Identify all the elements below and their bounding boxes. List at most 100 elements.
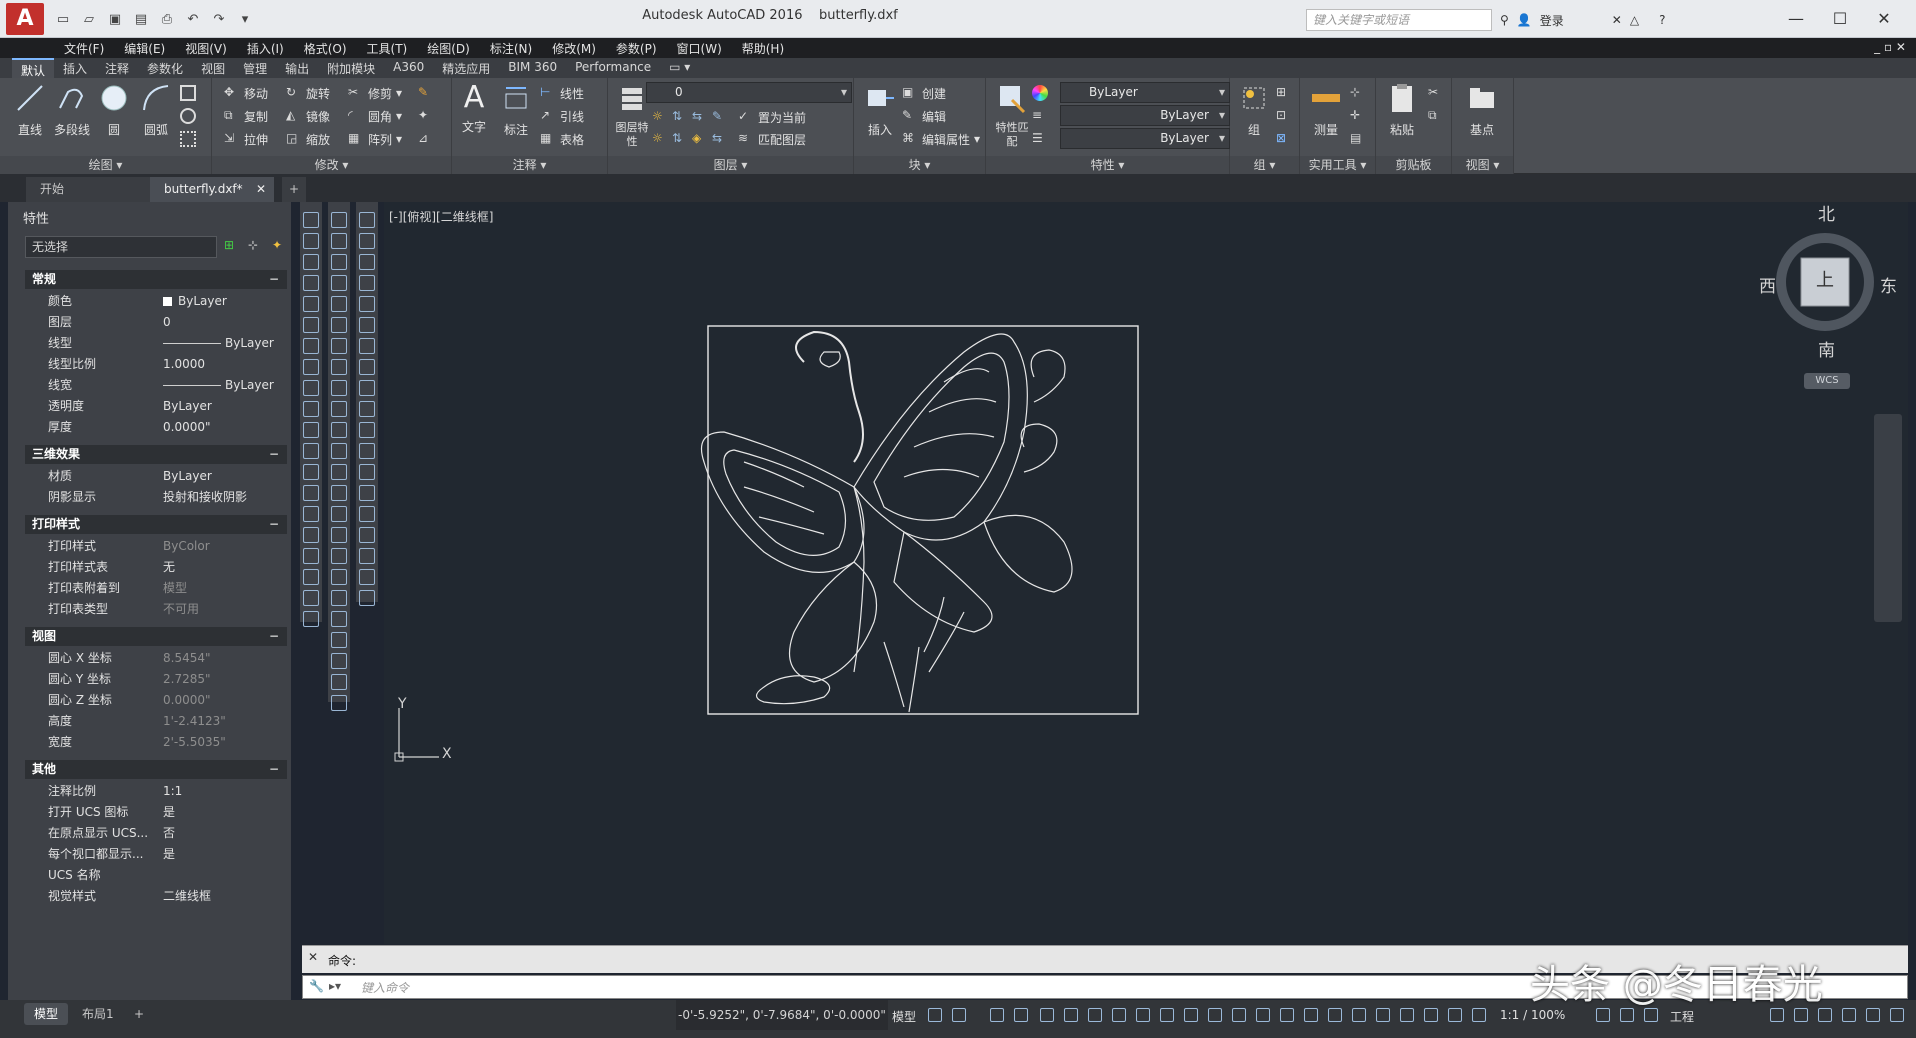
toolbar-tool-icon[interactable] [331, 254, 347, 270]
toolbar-tool-icon[interactable] [303, 548, 319, 564]
status-toggle-icon[interactable] [952, 1008, 966, 1022]
polyline-button[interactable]: 多段线 [52, 82, 92, 144]
base-view-button[interactable]: 基点 [1462, 82, 1502, 144]
toolbar-tool-icon[interactable] [359, 380, 375, 396]
menu-edit[interactable]: 编辑(E) [114, 38, 175, 58]
property-row[interactable]: 打开 UCS 图标 是 [25, 802, 287, 823]
property-row[interactable]: 注释比例 1:1 [25, 781, 287, 802]
panel-properties-title[interactable]: 特性 ▾ [986, 156, 1229, 174]
status-toggle-icon[interactable] [1208, 1008, 1222, 1022]
mirror-button[interactable]: ◭ 镜像 [286, 105, 330, 127]
status-toggle-icon[interactable] [1328, 1008, 1342, 1022]
status-toggle-icon[interactable] [1620, 1008, 1634, 1022]
toolbar-tool-icon[interactable] [303, 422, 319, 438]
paste-button[interactable]: 粘贴 [1382, 82, 1422, 144]
quick-select-icon[interactable]: ⊹ [1350, 82, 1366, 104]
compass-south[interactable]: 南 [1818, 336, 1835, 361]
layout-tab-layout1[interactable]: 布局1 [72, 1003, 124, 1025]
collapse-icon[interactable]: − [269, 515, 279, 534]
scale-button[interactable]: ◲ 缩放 [286, 128, 330, 150]
status-toggle-icon[interactable] [1400, 1008, 1414, 1022]
section-general-header[interactable]: 常规 − [25, 270, 287, 289]
workspace-switch[interactable]: 工程 [1670, 1008, 1694, 1025]
trim-button[interactable]: ✂ 修剪 ▾ [348, 82, 402, 104]
close-button[interactable]: ✕ [1864, 6, 1904, 32]
open-file-icon[interactable]: ▱ [78, 8, 100, 30]
property-row[interactable]: 图层 0 [25, 312, 287, 333]
panel-annotation-title[interactable]: 注释 ▾ [452, 156, 607, 174]
undo-icon[interactable]: ↶ [182, 8, 204, 30]
cut-icon[interactable]: ✂ [1428, 82, 1444, 104]
toolbar-tool-icon[interactable] [359, 422, 375, 438]
property-row[interactable]: UCS 名称 [25, 865, 287, 886]
property-row[interactable]: 打印样式表 无 [25, 557, 287, 578]
status-toggle-icon[interactable] [1184, 1008, 1198, 1022]
panel-groups-title[interactable]: 组 ▾ [1230, 156, 1299, 174]
annotation-scale[interactable]: 1:1 / 100% [1500, 1008, 1565, 1022]
help-icon[interactable]: ? [1659, 13, 1665, 27]
panel-draw-title[interactable]: 绘图 ▾ [0, 156, 211, 174]
color-dropdown[interactable]: ByLayer [1060, 82, 1230, 103]
linear-dim-button[interactable]: ⊢ 线性 [540, 82, 584, 104]
coordinates-readout[interactable]: -0'-5.9252", 0'-7.9684", 0'-0.0000" [676, 1000, 888, 1030]
tab-default[interactable]: 默认 [12, 58, 55, 78]
tab-featured-apps[interactable]: 精选应用 [433, 58, 499, 78]
toolbar-tool-icon[interactable] [303, 254, 319, 270]
status-toggle-icon[interactable] [928, 1008, 942, 1022]
collapse-icon[interactable]: − [269, 445, 279, 464]
point-icon[interactable]: ✛ [1350, 105, 1366, 127]
exchange-icon[interactable]: ✕ [1612, 13, 1622, 27]
rotate-button[interactable]: ↻ 旋转 [286, 82, 330, 104]
toolbar-tool-icon[interactable] [303, 338, 319, 354]
toolbar-tool-icon[interactable] [359, 359, 375, 375]
dimension-button[interactable]: 标注 [496, 82, 536, 144]
recent-cmd-icon[interactable]: ▸▾ [329, 979, 341, 993]
menu-help[interactable]: 帮助(H) [732, 38, 794, 58]
tab-performance[interactable]: Performance [566, 58, 660, 78]
toolbar-tool-icon[interactable] [331, 317, 347, 333]
status-toggle-icon[interactable] [1890, 1008, 1904, 1022]
ungroup-icon[interactable]: ⊞ [1276, 82, 1292, 104]
offset-icon[interactable]: ⊿ [418, 128, 434, 150]
status-toggle-icon[interactable] [1280, 1008, 1294, 1022]
toolbar-tool-icon[interactable] [331, 548, 347, 564]
edit-attributes-button[interactable]: ⌘ 编辑属性 ▾ [902, 128, 980, 150]
status-toggle-icon[interactable] [1472, 1008, 1486, 1022]
property-row[interactable]: 材质 ByLayer [25, 466, 287, 487]
toolbar-tool-icon[interactable] [331, 569, 347, 585]
status-toggle-icon[interactable] [1088, 1008, 1102, 1022]
panel-clipboard-title[interactable]: 剪贴板 [1376, 156, 1451, 174]
property-row[interactable]: 阴影显示 投射和接收阴影 [25, 487, 287, 508]
compass-west[interactable]: 西 [1759, 272, 1776, 297]
create-block-button[interactable]: ▣ 创建 [902, 82, 946, 104]
toolbar-tool-icon[interactable] [331, 275, 347, 291]
property-row[interactable]: 打印样式 ByColor [25, 536, 287, 557]
toolbar-tool-icon[interactable] [331, 527, 347, 543]
doc-window-controls[interactable]: _ ▫ ✕ [1864, 38, 1916, 58]
group-edit-icon[interactable]: ⊡ [1276, 105, 1292, 127]
move-button[interactable]: ✥ 移动 [224, 82, 268, 104]
wcs-menu[interactable]: WCS [1804, 373, 1850, 389]
status-toggle-icon[interactable] [1112, 1008, 1126, 1022]
property-row[interactable]: 线型 ByLayer [25, 333, 287, 354]
explode-icon[interactable]: ✦ [418, 105, 434, 127]
measure-button[interactable]: 测量 [1306, 82, 1346, 144]
status-toggle-icon[interactable] [1770, 1008, 1784, 1022]
copy-button[interactable]: ⧉ 复制 [224, 105, 268, 127]
property-row[interactable]: 线宽 ByLayer [25, 375, 287, 396]
status-toggle-icon[interactable] [1448, 1008, 1462, 1022]
menu-format[interactable]: 格式(O) [294, 38, 357, 58]
panel-utilities-title[interactable]: 实用工具 ▾ [1300, 156, 1375, 174]
save-as-icon[interactable]: ▤ [130, 8, 152, 30]
tab-a360[interactable]: A360 [384, 58, 433, 78]
property-row[interactable]: 颜色 ByLayer [25, 291, 287, 312]
menu-draw[interactable]: 绘图(D) [417, 38, 480, 58]
ribbon-toggle-icon[interactable]: ▭ ▾ [660, 58, 699, 78]
circle-button[interactable]: 圆 [94, 82, 134, 144]
qat-customize-icon[interactable]: ▾ [234, 8, 256, 30]
navigation-bar[interactable] [1874, 414, 1902, 622]
property-row[interactable]: 打印表附着到 模型 [25, 578, 287, 599]
toolbar-tool-icon[interactable] [359, 443, 375, 459]
status-toggle-icon[interactable] [990, 1008, 1004, 1022]
toolbar-tool-icon[interactable] [331, 443, 347, 459]
